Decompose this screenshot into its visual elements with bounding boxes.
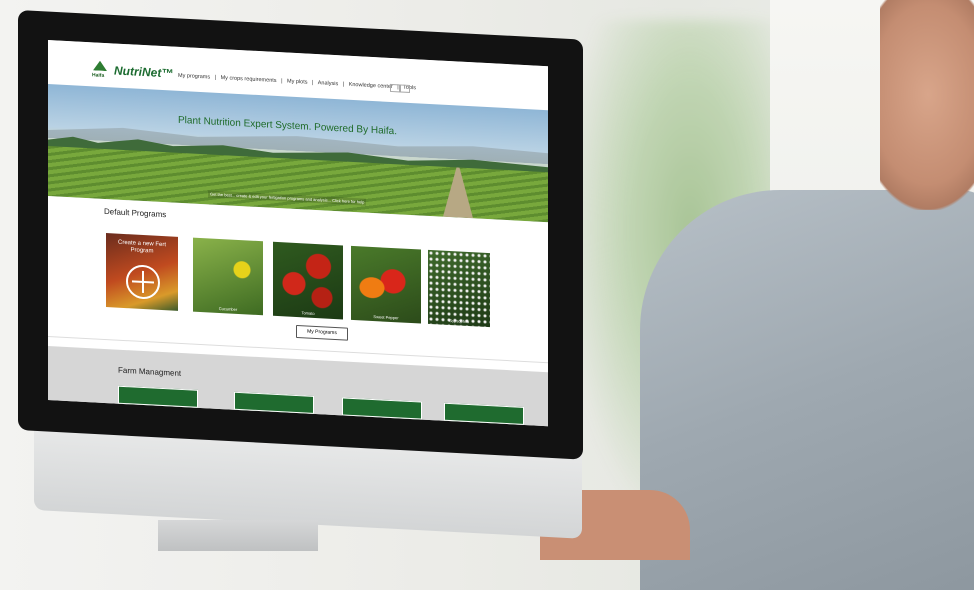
brand-name[interactable]: NutriNet™ <box>114 63 173 80</box>
program-card-label: Gypsophila <box>448 318 469 325</box>
nav-separator: | <box>342 81 345 88</box>
program-card-label: Tomato <box>301 310 315 316</box>
person-head <box>880 0 974 210</box>
nav-separator: | <box>312 79 314 86</box>
default-programs-title: Default Programs <box>104 206 167 220</box>
nav-knowledge-center[interactable]: Knowledge center <box>349 82 393 90</box>
monitor-screen: Haifa NutriNet™ My programs | My crops r… <box>48 40 548 427</box>
nav-my-plots[interactable]: My plots <box>287 79 307 86</box>
program-card-label: Cucumber <box>218 305 238 312</box>
my-programs-button[interactable]: My Programs <box>296 324 348 341</box>
program-card-label: Sweet Pepper <box>373 314 399 321</box>
monitor-stand <box>158 520 318 551</box>
nav-separator: | <box>281 78 283 85</box>
person-shoulder <box>640 190 974 590</box>
plus-icon <box>126 264 160 300</box>
nav-analysis[interactable]: Analysis <box>318 80 338 87</box>
hero-title: Plant Nutrition Expert System. Powered B… <box>178 114 397 138</box>
language-button[interactable] <box>400 84 410 93</box>
main-nav: My programs | My crops requirements | My… <box>178 73 419 92</box>
monitor: Haifa NutriNet™ My programs | My crops r… <box>8 0 590 551</box>
program-card-sweet-pepper[interactable]: Sweet Pepper <box>351 245 421 324</box>
nav-separator: | <box>214 74 217 81</box>
haifa-logo-icon[interactable] <box>93 60 107 71</box>
create-program-card[interactable]: Create a new Fert Program <box>106 233 178 311</box>
program-card-tomato[interactable]: Tomato <box>273 241 343 320</box>
program-card-cucumber[interactable]: Cucumber <box>193 237 263 316</box>
create-program-label: Create a new Fert Program <box>117 239 167 255</box>
logo-text: Haifa <box>92 72 105 79</box>
nav-my-crops-requirements[interactable]: My crops requirements <box>221 75 277 84</box>
nav-my-programs[interactable]: My programs <box>178 73 210 81</box>
program-card-gypsophila[interactable]: Gypsophila <box>428 249 490 328</box>
language-button[interactable] <box>390 83 400 93</box>
